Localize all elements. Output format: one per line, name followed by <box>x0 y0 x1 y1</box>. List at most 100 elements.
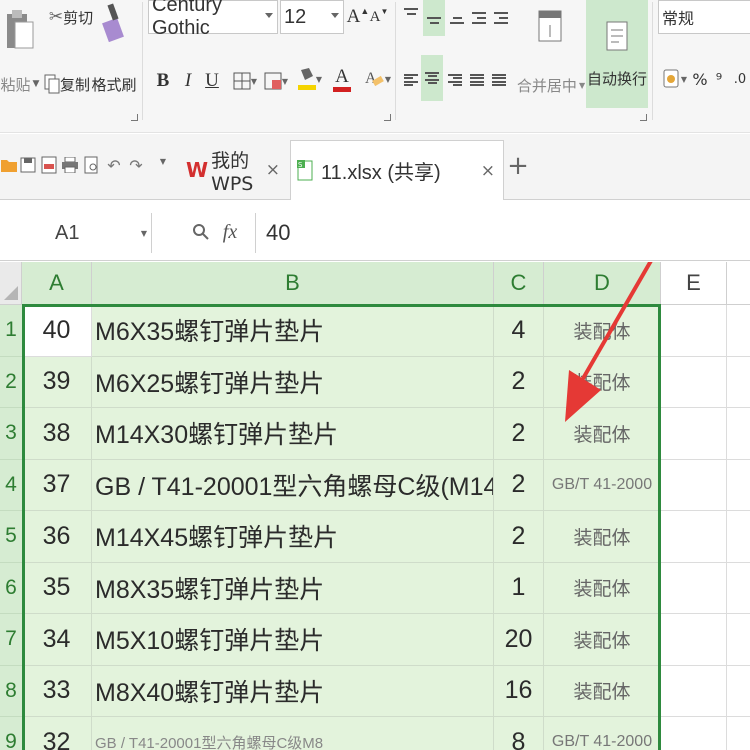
row-header[interactable]: 5 <box>0 511 22 563</box>
customize-toolbar-button[interactable]: ▼ <box>156 148 170 174</box>
wrap-text-button[interactable]: 自动换行 <box>586 0 648 108</box>
font-launcher-icon[interactable] <box>384 114 391 121</box>
cell-e[interactable] <box>661 614 727 666</box>
cell-d[interactable]: 装配体 <box>544 665 661 717</box>
cell-e[interactable] <box>661 665 727 717</box>
borders-button[interactable]: ▼ <box>230 66 260 96</box>
grow-font-button[interactable]: A ▲ <box>347 2 370 32</box>
cell-d[interactable]: 装配体 <box>544 614 661 666</box>
insert-function-button[interactable]: fx <box>215 215 245 249</box>
cell-c[interactable]: 2 <box>494 459 544 511</box>
tab-11-xlsx[interactable]: S 11.xlsx (共享) × <box>290 140 504 200</box>
row-header[interactable]: 3 <box>0 408 22 460</box>
cell-b[interactable]: M8X40螺钉弹片垫片 <box>92 665 494 717</box>
cell-e[interactable] <box>661 459 727 511</box>
cell-a[interactable]: 40 <box>22 305 92 357</box>
zoom-function-button[interactable] <box>190 217 212 247</box>
column-header-b[interactable]: B <box>92 262 494 305</box>
print-button[interactable] <box>60 152 80 178</box>
align-bottom-button[interactable] <box>446 0 468 36</box>
redo-button[interactable]: ↷ <box>126 152 146 178</box>
font-size-combo[interactable]: 12 <box>280 0 344 34</box>
name-box[interactable]: A1 ▼ <box>0 213 152 253</box>
row-header[interactable]: 6 <box>0 562 22 614</box>
cell-next[interactable] <box>727 511 750 563</box>
increase-indent-button[interactable] <box>490 0 512 36</box>
cell-b[interactable]: M14X45螺钉弹片垫片 <box>92 511 494 563</box>
cell-c[interactable]: 2 <box>494 408 544 460</box>
column-header-next[interactable] <box>727 262 750 305</box>
cell-e[interactable] <box>661 562 727 614</box>
close-icon[interactable]: × <box>266 160 280 180</box>
print-preview-button[interactable] <box>82 152 102 178</box>
comma-style-button[interactable]: ⁹ <box>711 62 727 96</box>
cell-a[interactable]: 32 <box>22 717 92 750</box>
cell-next[interactable] <box>727 356 750 408</box>
cell-a[interactable]: 36 <box>22 511 92 563</box>
row-header[interactable]: 1 <box>0 305 22 357</box>
cell-e[interactable] <box>661 717 727 750</box>
cell-next[interactable] <box>727 459 750 511</box>
paste-dropdown[interactable]: 粘贴 ▼ <box>0 68 40 100</box>
cell-a[interactable]: 39 <box>22 356 92 408</box>
row-header[interactable]: 9 <box>0 717 22 750</box>
fill-color-button[interactable]: ▼ <box>296 62 324 96</box>
font-name-combo[interactable]: Century Gothic <box>148 0 278 39</box>
shrink-font-button[interactable]: A ▼ <box>369 2 389 32</box>
currency-button[interactable]: ▼ <box>660 62 690 96</box>
cell-c[interactable]: 2 <box>494 511 544 563</box>
align-right-button[interactable] <box>444 62 466 98</box>
cell-style-button[interactable]: ▼ <box>261 66 291 96</box>
percent-button[interactable]: % <box>690 62 710 96</box>
cell-d[interactable]: 装配体 <box>544 511 661 563</box>
cell-b[interactable]: M6X25螺钉弹片垫片 <box>92 356 494 408</box>
formula-input[interactable]: 40 <box>255 213 750 253</box>
decimal-button[interactable]: .0 <box>730 62 750 96</box>
cell-next[interactable] <box>727 665 750 717</box>
decrease-indent-button[interactable] <box>468 0 490 36</box>
merge-center-button[interactable]: 合并居中 ▼ <box>517 70 585 100</box>
cell-next[interactable] <box>727 305 750 357</box>
cell-b[interactable]: GB / T41-20001型六角螺母C级M8 <box>92 717 494 750</box>
open-file-button[interactable] <box>0 152 18 178</box>
clear-formatting-button[interactable]: A ▼ <box>362 62 392 96</box>
paste-button[interactable] <box>0 0 40 60</box>
clear-format-button[interactable] <box>100 0 126 44</box>
cell-a[interactable]: 35 <box>22 562 92 614</box>
format-painter-button[interactable]: 格式刷 <box>92 68 137 100</box>
cell-c[interactable]: 16 <box>494 665 544 717</box>
align-left-button[interactable] <box>400 62 422 98</box>
distribute-button[interactable] <box>488 62 510 98</box>
cell-a[interactable]: 37 <box>22 459 92 511</box>
cell-d[interactable]: 装配体 <box>544 562 661 614</box>
row-header[interactable]: 4 <box>0 459 22 511</box>
export-pdf-button[interactable] <box>39 152 59 178</box>
cell-e[interactable] <box>661 511 727 563</box>
row-header[interactable]: 2 <box>0 356 22 408</box>
cell-next[interactable] <box>727 614 750 666</box>
font-color-button[interactable]: A <box>328 62 356 96</box>
italic-button[interactable]: I <box>177 66 199 96</box>
cell-c[interactable]: 1 <box>494 562 544 614</box>
column-header-c[interactable]: C <box>494 262 544 305</box>
cell-a[interactable]: 38 <box>22 408 92 460</box>
align-center-button[interactable] <box>421 55 443 101</box>
clipboard-launcher-icon[interactable] <box>131 114 138 121</box>
save-button[interactable] <box>18 152 38 178</box>
select-all-corner[interactable] <box>0 262 22 305</box>
cell-b[interactable]: M5X10螺钉弹片垫片 <box>92 614 494 666</box>
cell-b[interactable]: M14X30螺钉弹片垫片 <box>92 408 494 460</box>
new-tab-button[interactable]: + <box>506 150 530 182</box>
underline-button[interactable]: U <box>201 66 223 96</box>
justify-button[interactable] <box>466 62 488 98</box>
number-format-combo[interactable]: 常规 <box>658 0 750 34</box>
cell-d[interactable]: GB/T 41-2000 <box>544 717 661 750</box>
cell-c[interactable]: 20 <box>494 614 544 666</box>
row-header[interactable]: 7 <box>0 614 22 666</box>
copy-button[interactable]: 复制 <box>42 68 92 100</box>
bold-button[interactable]: B <box>152 66 174 96</box>
cell-c[interactable]: 4 <box>494 305 544 357</box>
cell-next[interactable] <box>727 408 750 460</box>
cell-b[interactable]: M6X35螺钉弹片垫片 <box>92 305 494 357</box>
cell-b[interactable]: GB / T41-20001型六角螺母C级(M14) <box>92 459 494 511</box>
